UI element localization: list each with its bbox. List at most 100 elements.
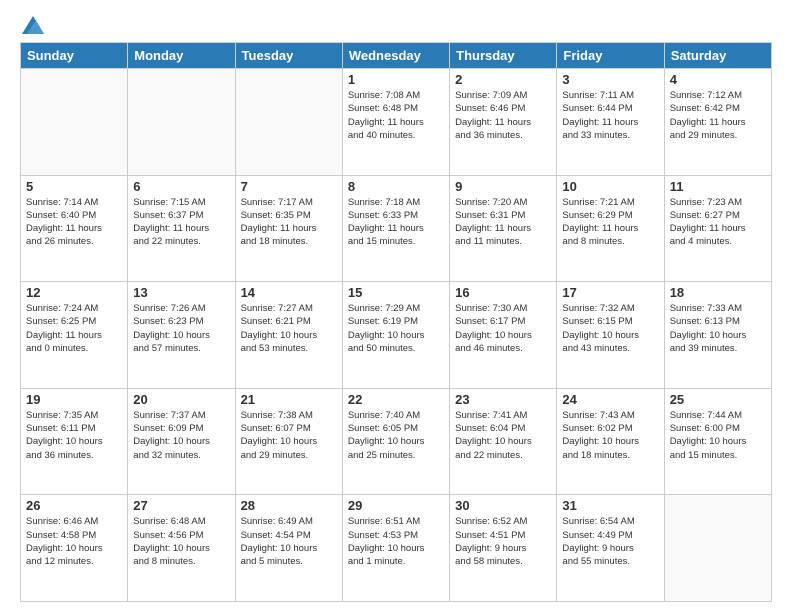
- day-number: 27: [133, 498, 229, 513]
- day-number: 11: [670, 179, 766, 194]
- day-info: Sunrise: 6:52 AM Sunset: 4:51 PM Dayligh…: [455, 515, 551, 568]
- day-number: 9: [455, 179, 551, 194]
- calendar-cell: 5 Sunrise: 7:14 AM Sunset: 6:40 PM Daylig…: [21, 175, 128, 282]
- calendar-cell: [664, 495, 771, 602]
- day-info: Sunrise: 7:26 AM Sunset: 6:23 PM Dayligh…: [133, 302, 229, 355]
- day-info: Sunrise: 7:18 AM Sunset: 6:33 PM Dayligh…: [348, 196, 444, 249]
- day-number: 15: [348, 285, 444, 300]
- calendar-cell: 26 Sunrise: 6:46 AM Sunset: 4:58 PM Dayli…: [21, 495, 128, 602]
- calendar-week-2: 12 Sunrise: 7:24 AM Sunset: 6:25 PM Dayli…: [21, 282, 772, 389]
- calendar-table: SundayMondayTuesdayWednesdayThursdayFrid…: [20, 42, 772, 602]
- calendar-cell: 25 Sunrise: 7:44 AM Sunset: 6:00 PM Dayli…: [664, 388, 771, 495]
- day-number: 31: [562, 498, 658, 513]
- day-number: 6: [133, 179, 229, 194]
- weekday-header-wednesday: Wednesday: [342, 43, 449, 69]
- day-number: 14: [241, 285, 337, 300]
- day-info: Sunrise: 7:11 AM Sunset: 6:44 PM Dayligh…: [562, 89, 658, 142]
- weekday-header-monday: Monday: [128, 43, 235, 69]
- calendar-cell: 2 Sunrise: 7:09 AM Sunset: 6:46 PM Daylig…: [450, 69, 557, 176]
- day-info: Sunrise: 6:51 AM Sunset: 4:53 PM Dayligh…: [348, 515, 444, 568]
- calendar-cell: 15 Sunrise: 7:29 AM Sunset: 6:19 PM Dayli…: [342, 282, 449, 389]
- day-info: Sunrise: 7:41 AM Sunset: 6:04 PM Dayligh…: [455, 409, 551, 462]
- calendar-cell: 27 Sunrise: 6:48 AM Sunset: 4:56 PM Dayli…: [128, 495, 235, 602]
- day-number: 4: [670, 72, 766, 87]
- day-number: 3: [562, 72, 658, 87]
- calendar-cell: 12 Sunrise: 7:24 AM Sunset: 6:25 PM Dayli…: [21, 282, 128, 389]
- day-number: 26: [26, 498, 122, 513]
- calendar-cell: 20 Sunrise: 7:37 AM Sunset: 6:09 PM Dayli…: [128, 388, 235, 495]
- calendar-cell: [128, 69, 235, 176]
- calendar-cell: 28 Sunrise: 6:49 AM Sunset: 4:54 PM Dayli…: [235, 495, 342, 602]
- day-number: 18: [670, 285, 766, 300]
- day-number: 28: [241, 498, 337, 513]
- day-number: 2: [455, 72, 551, 87]
- calendar-cell: 21 Sunrise: 7:38 AM Sunset: 6:07 PM Dayli…: [235, 388, 342, 495]
- day-info: Sunrise: 7:44 AM Sunset: 6:00 PM Dayligh…: [670, 409, 766, 462]
- calendar-cell: 29Sunrise: 6:51 AM Sunset: 4:53 PM Dayli…: [342, 495, 449, 602]
- day-info: Sunrise: 7:15 AM Sunset: 6:37 PM Dayligh…: [133, 196, 229, 249]
- weekday-header-thursday: Thursday: [450, 43, 557, 69]
- calendar-cell: 22Sunrise: 7:40 AM Sunset: 6:05 PM Dayli…: [342, 388, 449, 495]
- day-info: Sunrise: 7:33 AM Sunset: 6:13 PM Dayligh…: [670, 302, 766, 355]
- calendar-cell: 31Sunrise: 6:54 AM Sunset: 4:49 PM Dayli…: [557, 495, 664, 602]
- day-number: 23: [455, 392, 551, 407]
- page: SundayMondayTuesdayWednesdayThursdayFrid…: [0, 0, 792, 612]
- calendar-cell: 30 Sunrise: 6:52 AM Sunset: 4:51 PM Dayli…: [450, 495, 557, 602]
- calendar-cell: 11 Sunrise: 7:23 AM Sunset: 6:27 PM Dayli…: [664, 175, 771, 282]
- calendar-cell: 23 Sunrise: 7:41 AM Sunset: 6:04 PM Dayli…: [450, 388, 557, 495]
- calendar-cell: 4Sunrise: 7:12 AM Sunset: 6:42 PM Daylig…: [664, 69, 771, 176]
- day-number: 13: [133, 285, 229, 300]
- day-info: Sunrise: 6:46 AM Sunset: 4:58 PM Dayligh…: [26, 515, 122, 568]
- header: [20, 16, 772, 34]
- day-info: Sunrise: 7:27 AM Sunset: 6:21 PM Dayligh…: [241, 302, 337, 355]
- calendar-cell: [235, 69, 342, 176]
- weekday-header-sunday: Sunday: [21, 43, 128, 69]
- calendar-week-3: 19 Sunrise: 7:35 AM Sunset: 6:11 PM Dayli…: [21, 388, 772, 495]
- day-number: 25: [670, 392, 766, 407]
- logo-icon: [22, 16, 44, 34]
- calendar-cell: 16Sunrise: 7:30 AM Sunset: 6:17 PM Dayli…: [450, 282, 557, 389]
- day-number: 17: [562, 285, 658, 300]
- day-info: Sunrise: 7:38 AM Sunset: 6:07 PM Dayligh…: [241, 409, 337, 462]
- day-info: Sunrise: 7:35 AM Sunset: 6:11 PM Dayligh…: [26, 409, 122, 462]
- day-info: Sunrise: 7:32 AM Sunset: 6:15 PM Dayligh…: [562, 302, 658, 355]
- day-info: Sunrise: 7:43 AM Sunset: 6:02 PM Dayligh…: [562, 409, 658, 462]
- day-number: 1: [348, 72, 444, 87]
- day-info: Sunrise: 7:37 AM Sunset: 6:09 PM Dayligh…: [133, 409, 229, 462]
- day-info: Sunrise: 7:20 AM Sunset: 6:31 PM Dayligh…: [455, 196, 551, 249]
- calendar-week-1: 5 Sunrise: 7:14 AM Sunset: 6:40 PM Daylig…: [21, 175, 772, 282]
- day-info: Sunrise: 7:17 AM Sunset: 6:35 PM Dayligh…: [241, 196, 337, 249]
- calendar-cell: 9 Sunrise: 7:20 AM Sunset: 6:31 PM Daylig…: [450, 175, 557, 282]
- day-number: 5: [26, 179, 122, 194]
- weekday-header-saturday: Saturday: [664, 43, 771, 69]
- day-info: Sunrise: 7:09 AM Sunset: 6:46 PM Dayligh…: [455, 89, 551, 142]
- weekday-header-row: SundayMondayTuesdayWednesdayThursdayFrid…: [21, 43, 772, 69]
- day-info: Sunrise: 7:29 AM Sunset: 6:19 PM Dayligh…: [348, 302, 444, 355]
- day-info: Sunrise: 7:21 AM Sunset: 6:29 PM Dayligh…: [562, 196, 658, 249]
- weekday-header-tuesday: Tuesday: [235, 43, 342, 69]
- calendar-cell: 1Sunrise: 7:08 AM Sunset: 6:48 PM Daylig…: [342, 69, 449, 176]
- calendar-cell: 24Sunrise: 7:43 AM Sunset: 6:02 PM Dayli…: [557, 388, 664, 495]
- day-info: Sunrise: 7:24 AM Sunset: 6:25 PM Dayligh…: [26, 302, 122, 355]
- day-number: 7: [241, 179, 337, 194]
- day-info: Sunrise: 6:49 AM Sunset: 4:54 PM Dayligh…: [241, 515, 337, 568]
- weekday-header-friday: Friday: [557, 43, 664, 69]
- calendar-cell: 19 Sunrise: 7:35 AM Sunset: 6:11 PM Dayli…: [21, 388, 128, 495]
- day-info: Sunrise: 7:23 AM Sunset: 6:27 PM Dayligh…: [670, 196, 766, 249]
- day-number: 30: [455, 498, 551, 513]
- day-info: Sunrise: 7:40 AM Sunset: 6:05 PM Dayligh…: [348, 409, 444, 462]
- calendar-cell: 8 Sunrise: 7:18 AM Sunset: 6:33 PM Daylig…: [342, 175, 449, 282]
- day-number: 16: [455, 285, 551, 300]
- day-number: 8: [348, 179, 444, 194]
- day-number: 20: [133, 392, 229, 407]
- calendar-cell: 18 Sunrise: 7:33 AM Sunset: 6:13 PM Dayli…: [664, 282, 771, 389]
- calendar-cell: 7 Sunrise: 7:17 AM Sunset: 6:35 PM Daylig…: [235, 175, 342, 282]
- day-info: Sunrise: 7:14 AM Sunset: 6:40 PM Dayligh…: [26, 196, 122, 249]
- day-info: Sunrise: 6:48 AM Sunset: 4:56 PM Dayligh…: [133, 515, 229, 568]
- calendar-cell: 14 Sunrise: 7:27 AM Sunset: 6:21 PM Dayli…: [235, 282, 342, 389]
- calendar-cell: 6 Sunrise: 7:15 AM Sunset: 6:37 PM Daylig…: [128, 175, 235, 282]
- day-number: 10: [562, 179, 658, 194]
- day-number: 21: [241, 392, 337, 407]
- day-number: 12: [26, 285, 122, 300]
- day-number: 19: [26, 392, 122, 407]
